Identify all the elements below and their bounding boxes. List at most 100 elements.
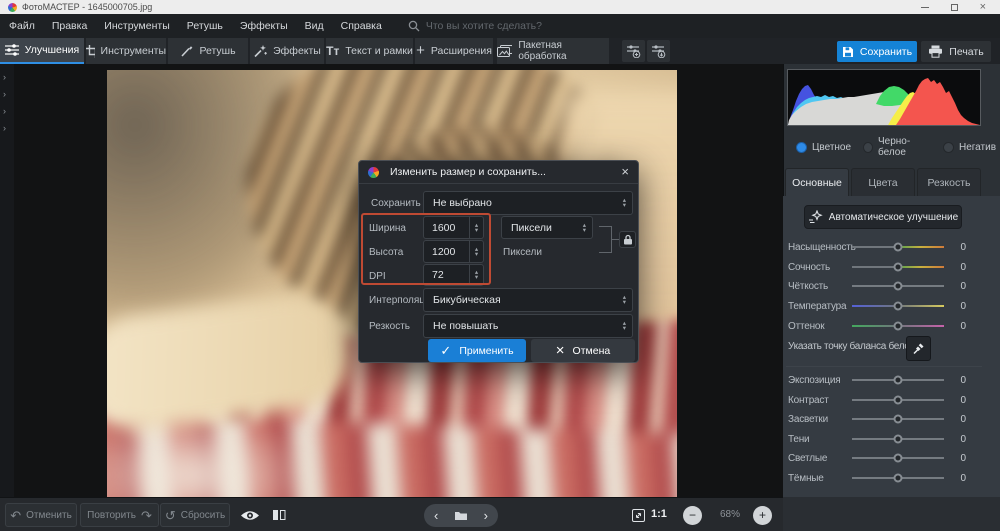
- contrast-slider[interactable]: [852, 399, 944, 401]
- slider-label: Экспозиция: [788, 375, 852, 386]
- slider-knob[interactable]: [894, 322, 903, 331]
- height-input[interactable]: 1200 ▴▾: [423, 240, 484, 263]
- menu-effects[interactable]: Эффекты: [240, 20, 288, 32]
- clarity-slider[interactable]: [852, 285, 944, 287]
- save-floppy-icon: [842, 46, 854, 58]
- next-photo-icon[interactable]: ›: [484, 509, 488, 522]
- minimize-icon[interactable]: [921, 7, 929, 8]
- batch-photos-icon: [497, 45, 512, 57]
- zoom-in-icon[interactable]: +: [753, 506, 772, 525]
- menu-retouch[interactable]: Ретушь: [187, 20, 223, 32]
- tab-colors[interactable]: Цвета: [851, 168, 915, 196]
- chevron-right-icon[interactable]: ›: [3, 123, 13, 133]
- width-input[interactable]: 1600 ▴▾: [423, 216, 484, 239]
- width-unit-select[interactable]: Пиксели ▴▾: [501, 216, 593, 239]
- dpi-input[interactable]: 72 ▴▾: [423, 264, 484, 286]
- slider-knob[interactable]: [894, 282, 903, 291]
- saturation-slider[interactable]: [852, 246, 944, 248]
- exposure-slider[interactable]: [852, 379, 944, 381]
- mode-color[interactable]: Цветное: [796, 142, 851, 153]
- tint-slider[interactable]: [852, 325, 944, 327]
- save-button[interactable]: Сохранить: [837, 41, 917, 62]
- tab-text-frames[interactable]: Tт Текст и рамки: [326, 38, 413, 64]
- tab-sharpness[interactable]: Резкость: [917, 168, 981, 196]
- mode-negative[interactable]: Негатив: [943, 142, 996, 153]
- width-stepper[interactable]: ▴▾: [469, 217, 483, 238]
- vibrance-slider[interactable]: [852, 266, 944, 268]
- height-stepper[interactable]: ▴▾: [469, 241, 483, 262]
- tab-extensions[interactable]: + Расширения: [415, 38, 493, 64]
- auto-enhance-button[interactable]: Автоматическое улучшение: [804, 205, 962, 229]
- zoom-1to1-button[interactable]: 1:1: [651, 508, 667, 520]
- zoom-level[interactable]: 68%: [712, 509, 748, 520]
- temperature-slider[interactable]: [852, 305, 944, 307]
- cancel-button[interactable]: × Отмена: [531, 339, 635, 362]
- slider-label: Сочность: [788, 262, 852, 273]
- reset-label: Сбросить: [181, 510, 225, 521]
- tab-basic[interactable]: Основные: [785, 168, 849, 196]
- zoom-out-icon[interactable]: −: [683, 506, 702, 525]
- slider-knob[interactable]: [894, 474, 903, 483]
- mode-black-white[interactable]: Черно-белое: [863, 136, 931, 158]
- apply-button[interactable]: ✓ Применить: [428, 339, 526, 362]
- search-input[interactable]: Что вы хотите сделать?: [408, 20, 542, 32]
- menu-tools[interactable]: Инструменты: [104, 20, 169, 32]
- slider-knob[interactable]: [894, 376, 903, 385]
- batch-processing-button[interactable]: Пакетная обработка: [497, 38, 609, 64]
- print-button[interactable]: Печать: [921, 41, 991, 62]
- menu-file[interactable]: Файл: [9, 20, 35, 32]
- redo-button[interactable]: Повторить ↷: [80, 503, 159, 527]
- slider-knob[interactable]: [894, 415, 903, 424]
- folder-icon[interactable]: [454, 510, 468, 521]
- dialog-close-icon[interactable]: ×: [621, 166, 629, 178]
- reset-button[interactable]: ↺ Сбросить: [160, 503, 230, 527]
- brush-icon: [180, 45, 193, 58]
- fit-screen-button[interactable]: [628, 502, 648, 528]
- redo-icon: ↷: [141, 509, 152, 522]
- search-placeholder: Что вы хотите сделать?: [426, 20, 542, 32]
- menu-edit[interactable]: Правка: [52, 20, 87, 32]
- tab-tools[interactable]: Инструменты: [86, 38, 166, 64]
- window-title: ФотоМАСТЕР - 1645000705.jpg: [22, 2, 152, 12]
- tab-enhancements[interactable]: Улучшения: [0, 38, 84, 64]
- slider-knob[interactable]: [894, 263, 903, 272]
- preset-export-button[interactable]: [647, 40, 670, 62]
- compare-button[interactable]: [268, 502, 290, 528]
- highlights-slider[interactable]: [852, 418, 944, 420]
- tab-label: Ретушь: [199, 45, 235, 57]
- close-icon[interactable]: ×: [980, 2, 986, 12]
- show-original-button[interactable]: [237, 502, 263, 528]
- save-for-select[interactable]: Не выбрано ▴▾: [423, 191, 633, 215]
- undo-button[interactable]: ↶ Отменить: [5, 503, 77, 527]
- dpi-stepper[interactable]: ▴▾: [469, 265, 483, 285]
- sharpness-select[interactable]: Не повышать ▴▾: [423, 314, 633, 338]
- height-unit-label: Пиксели: [503, 247, 542, 258]
- color-mode-group: Цветное Черно-белое Негатив: [796, 140, 996, 154]
- slider-label: Тёмные: [788, 473, 852, 484]
- slider-value: 0: [944, 262, 966, 273]
- chevron-right-icon[interactable]: ›: [3, 72, 13, 82]
- white-balance-picker-button[interactable]: [906, 336, 931, 361]
- shadows-slider[interactable]: [852, 438, 944, 440]
- blacks-slider[interactable]: [852, 477, 944, 479]
- chevron-right-icon[interactable]: ›: [3, 89, 13, 99]
- tab-retouch[interactable]: Ретушь: [168, 38, 248, 64]
- whites-slider[interactable]: [852, 457, 944, 459]
- aspect-lock-button[interactable]: [619, 231, 636, 248]
- slider-knob[interactable]: [894, 243, 903, 252]
- tab-effects[interactable]: Эффекты: [250, 38, 324, 64]
- slider-knob[interactable]: [894, 435, 903, 444]
- maximize-icon[interactable]: [951, 4, 958, 11]
- previous-photo-icon[interactable]: ‹: [434, 509, 438, 522]
- slider-knob[interactable]: [894, 302, 903, 311]
- menu-view[interactable]: Вид: [305, 20, 324, 32]
- mode-label: Цветное: [812, 142, 851, 153]
- slider-knob[interactable]: [894, 454, 903, 463]
- slider-label: Светлые: [788, 453, 852, 464]
- bottom-right-corner: [783, 497, 1000, 531]
- preset-add-button[interactable]: [622, 40, 645, 62]
- menu-help[interactable]: Справка: [341, 20, 382, 32]
- chevron-right-icon[interactable]: ›: [3, 106, 13, 116]
- interpolation-select[interactable]: Бикубическая ▴▾: [423, 288, 633, 312]
- slider-knob[interactable]: [894, 396, 903, 405]
